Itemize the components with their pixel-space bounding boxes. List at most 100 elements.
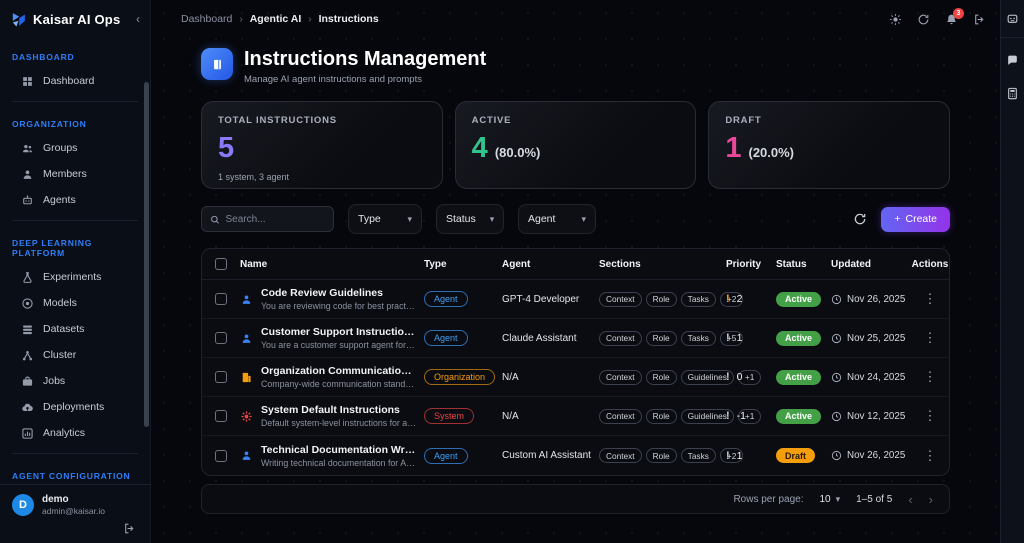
rows-per-page-select[interactable]: 10 ▾ — [820, 494, 841, 505]
sidebar-divider — [12, 101, 138, 102]
type-chip: Agent — [424, 330, 468, 346]
row-actions-menu-icon[interactable]: ⋮ — [911, 330, 949, 346]
logout-button[interactable] — [12, 516, 138, 537]
agent-filter-label: Agent — [528, 213, 556, 225]
refresh-icon[interactable] — [853, 212, 867, 226]
sidebar-item-members[interactable]: Members — [0, 161, 150, 187]
instruction-description: Company-wide communication standards. — [261, 379, 416, 389]
user-icon — [23, 169, 32, 179]
column-header-sections: Sections — [599, 258, 641, 270]
chevron-down-icon: ▾ — [489, 213, 495, 224]
row-checkbox[interactable] — [215, 293, 227, 305]
sidebar-item-experiments[interactable]: Experiments — [0, 264, 150, 290]
filter-bar: Type ▾ Status ▾ Agent ▾ + Create — [201, 204, 950, 234]
next-page-button[interactable]: › — [929, 492, 933, 507]
agent-filter-select[interactable]: Agent ▾ — [518, 204, 596, 234]
sidebar-item-cluster[interactable]: Cluster — [0, 342, 150, 368]
search-input[interactable] — [225, 213, 325, 225]
breadcrumb-dashboard[interactable]: Dashboard — [181, 13, 232, 25]
priority-value: 1 — [736, 449, 743, 462]
table-row[interactable]: Organization Communication Style Company… — [202, 358, 949, 397]
type-filter-select[interactable]: Type ▾ — [348, 204, 422, 234]
stat-suffix: (80.0%) — [494, 145, 541, 160]
section-chip: Context — [599, 291, 642, 307]
page-content: Instructions Management Manage AI agent … — [151, 38, 1000, 543]
sidebar-item-models[interactable]: Models — [0, 290, 150, 316]
cloud-upload-icon — [22, 403, 33, 411]
table-row[interactable]: Customer Support Instructions You are a … — [202, 319, 949, 358]
agent-person-icon — [242, 451, 251, 460]
type-chip: Agent — [424, 291, 468, 307]
sidebar-item-groups[interactable]: Groups — [0, 135, 150, 161]
stat-card-draft: DRAFT 1 (20.0%) — [708, 101, 951, 189]
agent-name: N/A — [502, 371, 519, 383]
sidebar-item-dashboard[interactable]: Dashboard — [0, 68, 150, 94]
sidebar-item-jobs[interactable]: Jobs — [0, 368, 150, 394]
page-title: Instructions Management — [244, 48, 487, 70]
rows-per-page-value: 10 — [819, 493, 831, 505]
history-refresh-icon[interactable] — [917, 13, 930, 26]
sidebar-item-label: Agents — [43, 194, 76, 206]
select-all-checkbox[interactable] — [215, 258, 227, 270]
sidebar-item-analytics[interactable]: Analytics — [0, 420, 150, 446]
sections-list: Context Role Tasks +2 — [599, 291, 744, 307]
calculator-icon[interactable] — [1006, 87, 1019, 100]
create-button[interactable]: + Create — [881, 206, 950, 232]
sidebar-section-dashboard: DASHBOARD — [12, 52, 75, 62]
row-checkbox[interactable] — [215, 371, 227, 383]
status-filter-select[interactable]: Status ▾ — [436, 204, 504, 234]
layers-icon — [23, 324, 32, 334]
pagination-range: 1–5 of 5 — [856, 493, 893, 505]
type-filter-label: Type — [358, 213, 381, 225]
assistant-button[interactable] — [1001, 0, 1024, 38]
table-row[interactable]: System Default Instructions Default syst… — [202, 397, 949, 436]
table-row[interactable]: Technical Documentation Writer Writing t… — [202, 436, 949, 475]
previous-page-button[interactable]: ‹ — [908, 492, 912, 507]
flask-icon — [23, 271, 32, 283]
agent-name: N/A — [502, 410, 519, 422]
breadcrumb-agentic-ai[interactable]: Agentic AI — [250, 13, 302, 25]
breadcrumb-instructions: Instructions — [318, 13, 379, 25]
sidebar-item-label: Analytics — [43, 427, 86, 439]
sidebar-scrollbar[interactable] — [144, 82, 149, 427]
sidebar-item-label: Deployments — [43, 401, 105, 413]
priority-icon: ! — [726, 332, 730, 344]
sidebar-user-footer: D demo admin@kaisar.io — [0, 484, 150, 543]
notifications-button[interactable]: 3 — [945, 7, 964, 26]
row-checkbox[interactable] — [215, 410, 227, 422]
page-header: Instructions Management Manage AI agent … — [201, 48, 950, 85]
updated-date: Nov 26, 2025 — [847, 293, 906, 305]
gear-icon — [241, 410, 252, 422]
row-actions-menu-icon[interactable]: ⋮ — [911, 448, 949, 464]
row-actions-menu-icon[interactable]: ⋮ — [911, 291, 949, 307]
sidebar-header: Kaisar AI Ops ‹ — [0, 0, 150, 38]
status-badge: Active — [776, 408, 822, 424]
user-name: demo — [42, 494, 69, 505]
chat-bubble-icon[interactable] — [1006, 54, 1019, 67]
clock-icon — [831, 411, 842, 421]
row-actions-menu-icon[interactable]: ⋮ — [911, 369, 949, 385]
column-header-type: Type — [424, 258, 447, 270]
row-actions-menu-icon[interactable]: ⋮ — [911, 408, 949, 424]
sidebar-item-datasets[interactable]: Datasets — [0, 316, 150, 342]
row-checkbox[interactable] — [215, 449, 227, 462]
sidebar-item-deployments[interactable]: Deployments — [0, 394, 150, 420]
updated-date: Nov 24, 2025 — [847, 371, 906, 383]
sidebar-collapse-icon[interactable]: ‹ — [136, 12, 140, 26]
table-row[interactable]: Code Review Guidelines You are reviewing… — [202, 280, 949, 319]
bar-chart-icon — [22, 427, 33, 439]
priority-cell: ! 2 — [726, 293, 776, 305]
status-badge: Active — [776, 330, 822, 346]
breadcrumb-separator: › — [308, 13, 312, 25]
theme-toggle-sun-icon[interactable] — [889, 13, 902, 26]
chevron-down-icon: ▾ — [835, 493, 841, 504]
row-checkbox[interactable] — [215, 332, 227, 344]
agent-person-icon — [242, 294, 251, 304]
sign-out-icon[interactable] — [973, 13, 986, 26]
column-header-updated: Updated — [831, 258, 871, 270]
clock-icon — [831, 294, 842, 304]
rows-per-page-label: Rows per page: — [733, 493, 804, 505]
sidebar-item-agents[interactable]: Agents — [0, 187, 150, 213]
sections-list: Context Role Guidelines +1 — [599, 369, 762, 385]
search-box[interactable] — [201, 206, 334, 232]
